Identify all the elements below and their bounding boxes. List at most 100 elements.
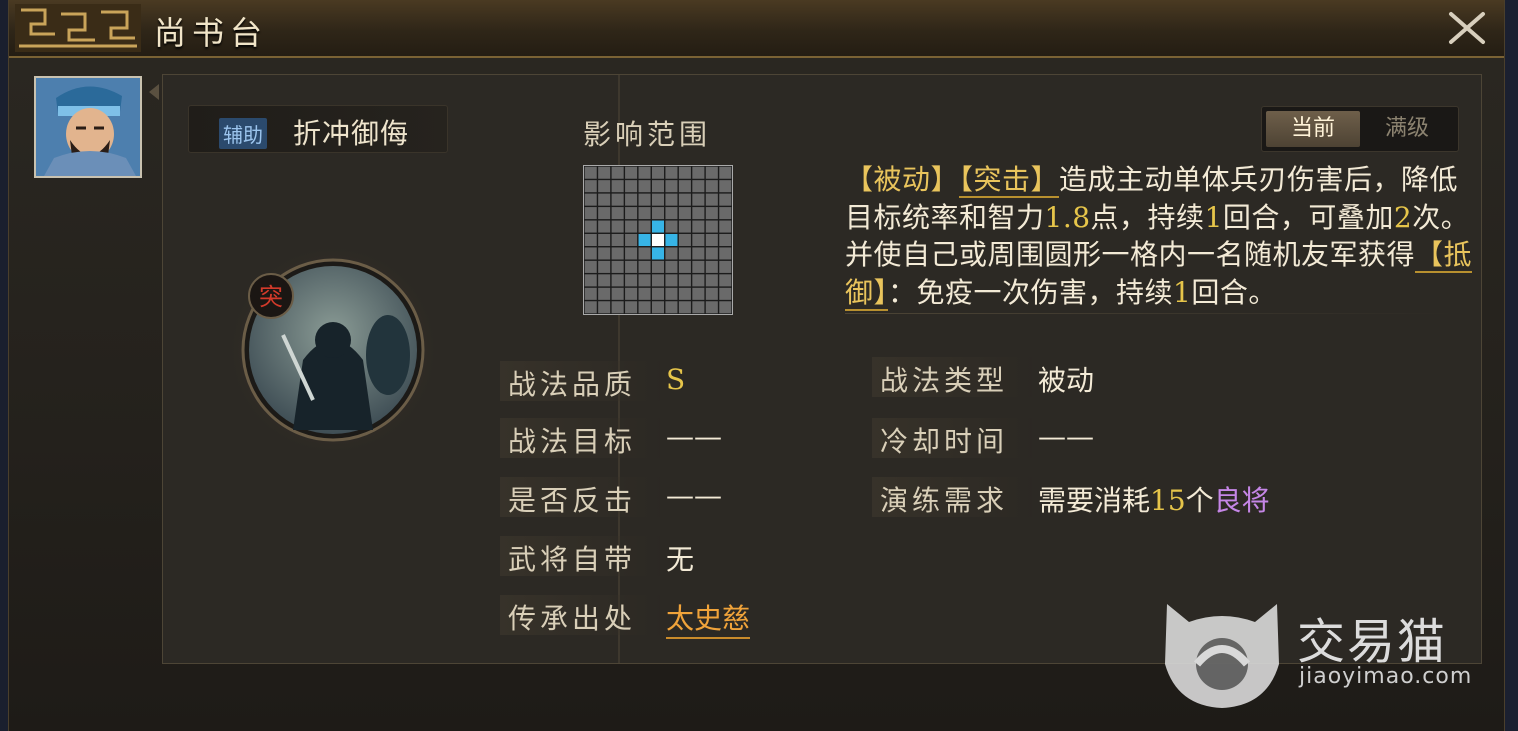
range-cell	[584, 193, 597, 206]
range-cell	[719, 233, 732, 247]
window-title: 尚书台	[154, 14, 269, 52]
attr-label: 战法类型	[880, 364, 1009, 397]
range-cell	[719, 287, 732, 300]
range-cell	[625, 274, 638, 287]
range-cell	[584, 274, 597, 287]
description-segment: ：免疫一次伤害，持续	[888, 275, 1174, 309]
attr-value: ——	[666, 479, 722, 512]
range-cell	[638, 180, 651, 193]
description-segment: 2	[1393, 200, 1413, 234]
attr-label: 战法目标	[508, 425, 637, 458]
range-cell	[611, 247, 624, 260]
range-cell	[705, 247, 718, 260]
range-cell	[719, 247, 732, 260]
range-cell	[678, 247, 691, 260]
range-grid-svg	[584, 166, 732, 314]
range-cell	[611, 233, 624, 247]
range-cell	[651, 166, 665, 179]
general-avatar[interactable]	[34, 76, 142, 178]
watermark: 交易猫 jiaoyimao.com	[1157, 594, 1487, 714]
range-cell	[611, 260, 624, 273]
range-cell	[678, 301, 691, 314]
range-cell	[598, 274, 611, 287]
tab-current[interactable]: 当前	[1266, 111, 1360, 147]
skill-icon-medallion[interactable]: 突	[223, 240, 443, 460]
close-button[interactable]	[1445, 8, 1489, 48]
description-segment: 1	[1204, 200, 1223, 234]
range-cell	[678, 274, 691, 287]
range-cell	[651, 207, 665, 220]
range-cell	[692, 193, 705, 206]
attr-value: 需要消耗15个良将	[1038, 479, 1270, 519]
range-cell	[611, 207, 624, 220]
range-cell	[678, 233, 691, 247]
description-segment: 【突击】	[959, 163, 1060, 198]
title-bar: 尚书台	[9, 0, 1504, 58]
description-segment: 回合，可叠加	[1222, 200, 1394, 234]
drill-unit: 个	[1185, 484, 1214, 517]
range-cell	[678, 207, 691, 220]
range-cell	[625, 247, 638, 260]
origin-general-link[interactable]: 太史慈	[666, 597, 751, 639]
range-cell	[651, 287, 665, 300]
range-cell	[705, 220, 718, 233]
attr-value: ——	[1038, 420, 1094, 453]
range-cell	[625, 233, 638, 247]
range-cell	[678, 260, 691, 273]
watermark-brand: 交易猫	[1297, 614, 1448, 670]
range-cell	[719, 166, 732, 179]
description-segment: 1	[1173, 275, 1192, 309]
range-cell	[611, 287, 624, 300]
range-cell-affected	[638, 233, 651, 247]
skill-panel: 辅助 折冲御侮 突 影响范围 当前 满级 【被动】【突击】造成主动单体兵刃伤害后…	[162, 74, 1482, 664]
range-cell	[678, 180, 691, 193]
skill-name: 折冲御侮	[293, 117, 410, 150]
range-cell	[705, 166, 718, 179]
range-cell	[719, 301, 732, 314]
range-cell	[584, 166, 597, 179]
tab-max-level[interactable]: 满级	[1360, 111, 1454, 147]
range-cell	[692, 233, 705, 247]
range-cell	[625, 260, 638, 273]
skill-description: 【被动】【突击】造成主动单体兵刃伤害后，降低目标统率和智力1.8点，持续1回合，…	[845, 161, 1485, 311]
skill-type-tag: 辅助	[219, 118, 267, 149]
range-cell	[638, 287, 651, 300]
range-cell	[678, 166, 691, 179]
range-cell	[598, 220, 611, 233]
range-cell	[598, 193, 611, 206]
range-cell	[705, 180, 718, 193]
range-cell	[584, 247, 597, 260]
range-cell	[678, 287, 691, 300]
range-cell	[705, 287, 718, 300]
left-edge	[0, 0, 8, 731]
range-cell	[638, 274, 651, 287]
range-cell	[719, 207, 732, 220]
range-cell-affected	[651, 247, 665, 260]
range-cell	[692, 180, 705, 193]
range-cell	[598, 287, 611, 300]
range-cell	[584, 301, 597, 314]
range-cell	[705, 274, 718, 287]
range-cell	[665, 287, 678, 300]
drill-item: 良将	[1213, 484, 1270, 517]
description-segment: 回合。	[1191, 275, 1277, 309]
range-cell	[705, 193, 718, 206]
range-cell	[651, 301, 665, 314]
range-cell	[705, 207, 718, 220]
range-cell	[638, 260, 651, 273]
range-cell	[584, 220, 597, 233]
attr-value: 无	[666, 543, 695, 576]
description-segment: 【被动】	[845, 163, 960, 196]
range-cell	[611, 220, 624, 233]
range-cell	[584, 233, 597, 247]
range-cell	[638, 247, 651, 260]
range-cell	[651, 193, 665, 206]
right-edge	[1503, 0, 1518, 731]
attr-value: ——	[666, 420, 722, 453]
attr-label: 传承出处	[508, 602, 637, 635]
range-cell	[665, 207, 678, 220]
range-cell	[611, 193, 624, 206]
cat-logo-icon	[1165, 604, 1279, 708]
drill-prefix: 需要消耗	[1038, 484, 1151, 517]
range-cell	[651, 260, 665, 273]
